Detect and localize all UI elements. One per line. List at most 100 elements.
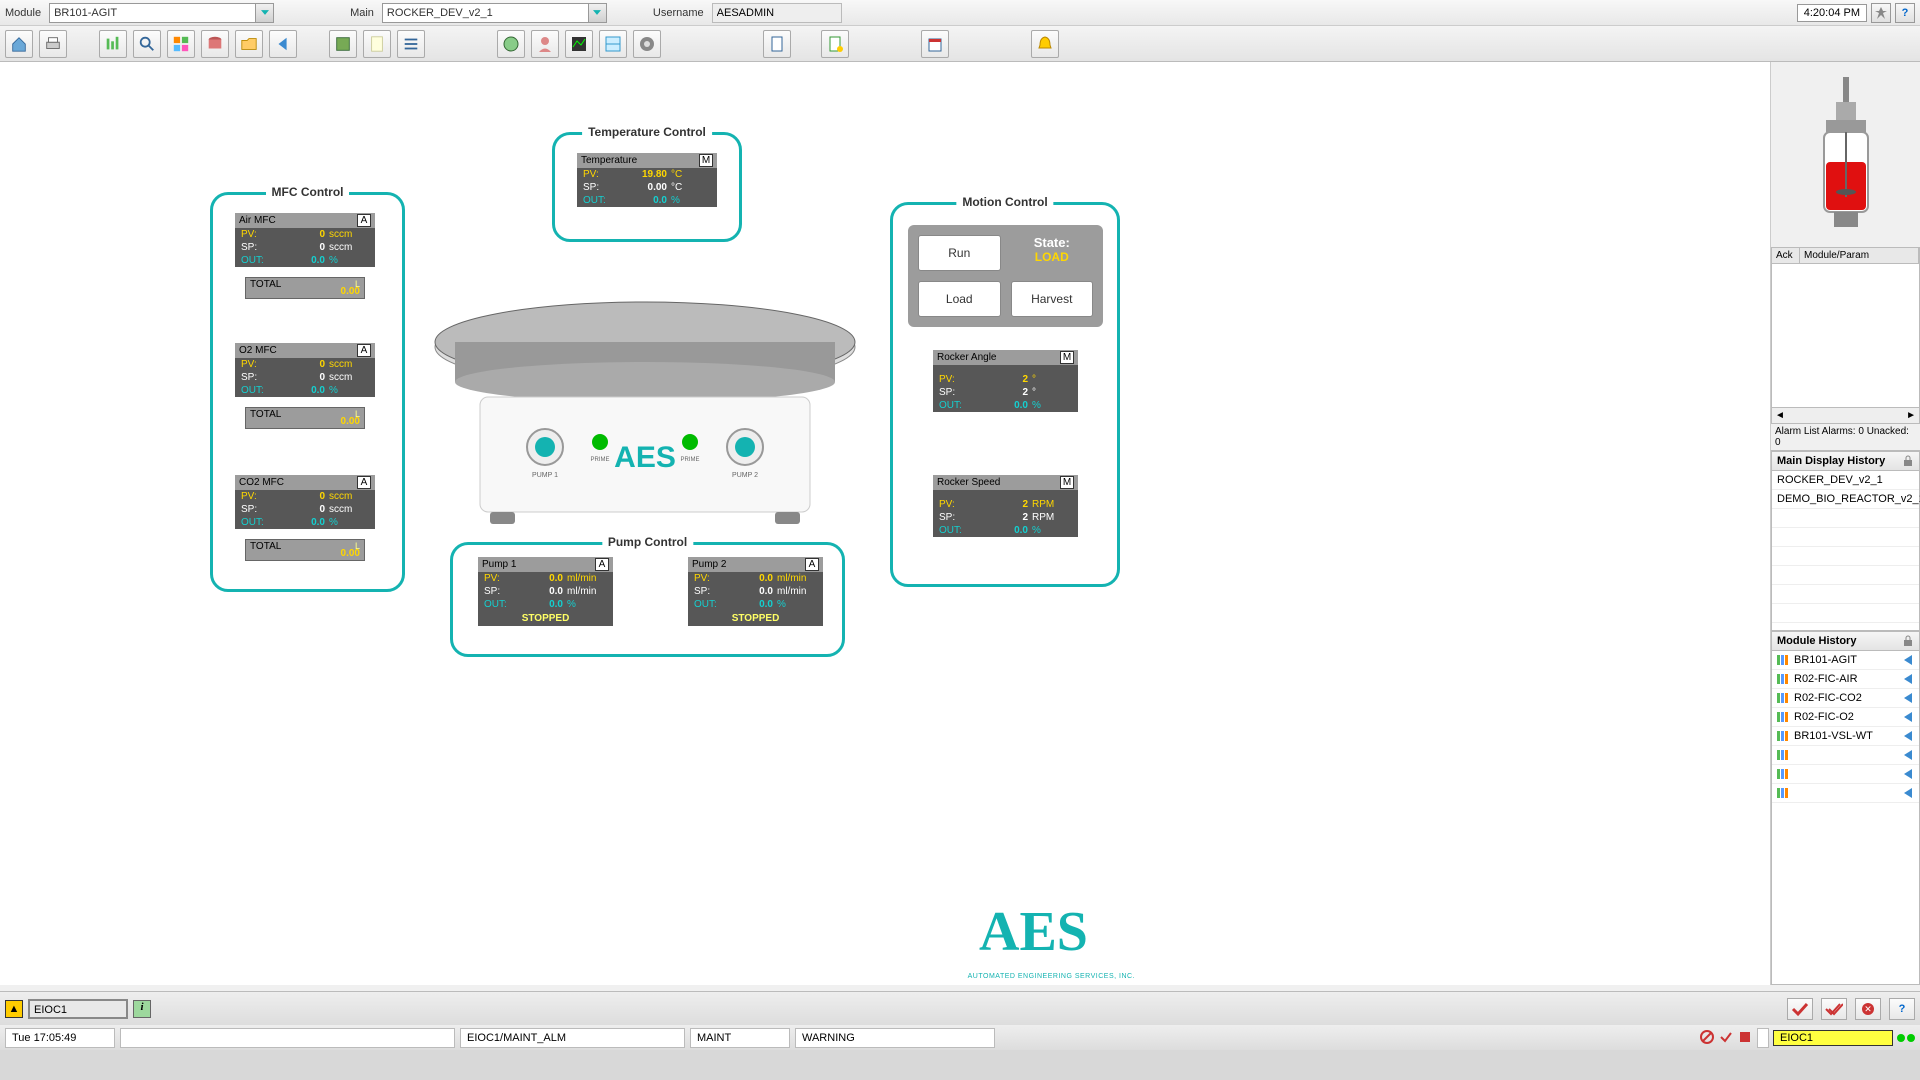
pump-control-group: Pump Control Pump 1A PV:0.0ml/min SP:0.0… (450, 542, 845, 657)
co2-mfc-pv: 0 (276, 491, 329, 502)
state-label: State: (1011, 235, 1094, 250)
module-history-item[interactable] (1772, 784, 1919, 803)
pump-control-title: Pump Control (602, 535, 693, 549)
air-mfc-faceplate[interactable]: Air MFCA PV:0sccm SP:0sccm OUT:0.0% (235, 213, 375, 267)
temperature-pv: 19.80 (618, 169, 671, 180)
rocker-angle-pv: 2 (974, 374, 1032, 385)
help-button[interactable]: ? (1895, 3, 1915, 23)
eioc-field[interactable]: EIOC1 (28, 999, 128, 1019)
grid-button[interactable] (599, 30, 627, 58)
o2-mfc-mode: A (357, 344, 371, 357)
username-field (712, 3, 842, 23)
module-history-item[interactable]: R02-FIC-CO2 (1772, 689, 1919, 708)
user-button[interactable] (531, 30, 559, 58)
status-blank2 (1757, 1028, 1769, 1048)
rocker-speed-title: Rocker Speed (937, 477, 1000, 488)
chart-button[interactable] (565, 30, 593, 58)
alarm-col-module[interactable]: Module/Param (1800, 248, 1919, 263)
module-history-item[interactable] (1772, 765, 1919, 784)
status-icon-3[interactable] (1737, 1029, 1753, 1045)
module-history-header: Module History (1771, 631, 1920, 651)
history-item[interactable]: ROCKER_DEV_v2_1 (1772, 471, 1919, 490)
main-select[interactable]: ROCKER_DEV_v2_1 (382, 3, 607, 23)
eioc-tag[interactable]: EIOC1 (1773, 1030, 1893, 1046)
bioreactor-icon[interactable] (1771, 62, 1920, 247)
load-button[interactable]: Load (918, 281, 1001, 317)
history-item[interactable] (1772, 528, 1919, 547)
history-item[interactable] (1772, 604, 1919, 623)
history-item[interactable] (1772, 585, 1919, 604)
screen-button[interactable] (329, 30, 357, 58)
rocker-speed-faceplate[interactable]: Rocker SpeedM PV:2RPM SP:2RPM OUT:0.0% (933, 475, 1078, 537)
clock: 4:20:04 PM (1797, 4, 1867, 22)
o2-mfc-faceplate[interactable]: O2 MFCA PV:0sccm SP:0sccm OUT:0.0% (235, 343, 375, 397)
status-icon-2[interactable] (1718, 1029, 1734, 1045)
calendar-button[interactable] (921, 30, 949, 58)
history-item[interactable] (1772, 547, 1919, 566)
temperature-faceplate[interactable]: TemperatureM PV:19.80°C SP:0.00°C OUT:0.… (577, 153, 717, 207)
lock-icon[interactable] (1902, 455, 1914, 467)
open-button[interactable] (235, 30, 263, 58)
status-blank1 (120, 1028, 455, 1048)
rocker-angle-title: Rocker Angle (937, 352, 996, 363)
globe-button[interactable] (497, 30, 525, 58)
module-history-item[interactable]: BR101-VSL-WT (1772, 727, 1919, 746)
state-display: State: LOAD (1011, 235, 1094, 271)
list-button[interactable] (397, 30, 425, 58)
pin-button[interactable] (1871, 3, 1891, 23)
pump2-status: STOPPED (688, 611, 823, 626)
alarm-col-ack[interactable]: Ack (1772, 248, 1800, 263)
alert-icon[interactable]: ▲ (5, 1000, 23, 1018)
settings-button[interactable] (633, 30, 661, 58)
dropdown-arrow-icon (588, 4, 606, 22)
alarm-scrollbar[interactable]: ◄► (1772, 407, 1919, 423)
doc2-button[interactable] (821, 30, 849, 58)
run-button[interactable]: Run (918, 235, 1001, 271)
co2-mfc-total[interactable]: TOTALL0.00 (245, 539, 365, 561)
module-label: Module (5, 7, 41, 19)
module-history-item[interactable]: R02-FIC-O2 (1772, 708, 1919, 727)
module-history-item[interactable] (1772, 746, 1919, 765)
rocker-device-image: PUMP 1 PUMP 2 PRIME PRIME AES (425, 267, 865, 527)
co2-mfc-faceplate[interactable]: CO2 MFCA PV:0sccm SP:0sccm OUT:0.0% (235, 475, 375, 529)
trend-button[interactable] (99, 30, 127, 58)
ack-button[interactable] (1787, 998, 1813, 1020)
print-button[interactable] (39, 30, 67, 58)
history-item[interactable]: DEMO_BIO_REACTOR_v2_1 (1772, 490, 1919, 509)
lock-icon[interactable] (1902, 635, 1914, 647)
pump2-out: 0.0 (729, 599, 777, 610)
air-mfc-total[interactable]: TOTALL0.00 (245, 277, 365, 299)
module-history-item[interactable]: BR101-AGIT (1772, 651, 1919, 670)
info-button[interactable]: i (133, 1000, 151, 1018)
home-button[interactable] (5, 30, 33, 58)
modules-button[interactable] (167, 30, 195, 58)
module-select[interactable]: BR101-AGIT (49, 3, 274, 23)
svg-text:PUMP 2: PUMP 2 (732, 472, 758, 479)
back-button[interactable] (269, 30, 297, 58)
rocker-angle-faceplate[interactable]: Rocker AngleM PV:2° SP:2° OUT:0.0% (933, 350, 1078, 412)
history-item[interactable] (1772, 509, 1919, 528)
ack-all-button[interactable] (1821, 998, 1847, 1020)
pump2-pv: 0.0 (729, 573, 777, 584)
module-history-item[interactable]: R02-FIC-AIR (1772, 670, 1919, 689)
history-item[interactable] (1772, 566, 1919, 585)
pump1-faceplate[interactable]: Pump 1A PV:0.0ml/min SP:0.0ml/min OUT:0.… (478, 557, 613, 626)
pump2-faceplate[interactable]: Pump 2A PV:0.0ml/min SP:0.0ml/min OUT:0.… (688, 557, 823, 626)
mfc-control-group: MFC Control Air MFCA PV:0sccm SP:0sccm O… (210, 192, 405, 592)
database-button[interactable] (201, 30, 229, 58)
silence-button[interactable]: ✕ (1855, 998, 1881, 1020)
status-icon-1[interactable] (1699, 1029, 1715, 1045)
o2-mfc-title: O2 MFC (239, 345, 277, 356)
svg-text:AES: AES (614, 441, 676, 474)
zoom-button[interactable] (133, 30, 161, 58)
notes-button[interactable] (363, 30, 391, 58)
harvest-button[interactable]: Harvest (1011, 281, 1094, 317)
air-mfc-pv: 0 (276, 229, 329, 240)
alarm-bell-button[interactable] (1031, 30, 1059, 58)
alarm-table-body[interactable]: ◄► (1771, 264, 1920, 424)
doc1-button[interactable] (763, 30, 791, 58)
module-history-title: Module History (1777, 635, 1856, 647)
help-button-2[interactable]: ? (1889, 998, 1915, 1020)
o2-mfc-total[interactable]: TOTALL0.00 (245, 407, 365, 429)
status-icons (1699, 1029, 1753, 1047)
